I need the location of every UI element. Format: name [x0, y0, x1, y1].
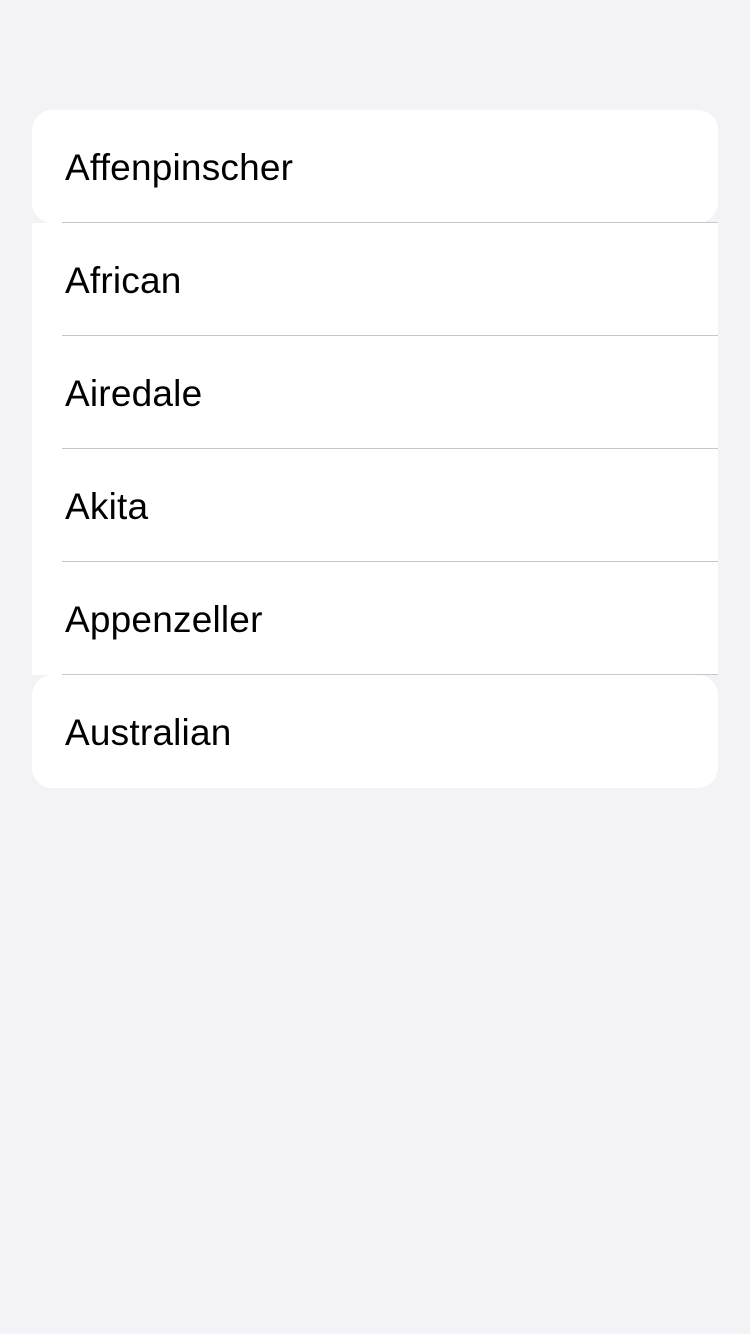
- list-item-affenpinscher[interactable]: Affenpinscher: [32, 110, 718, 223]
- list-item-label: Australian: [65, 711, 232, 753]
- list-item-appenzeller[interactable]: Appenzeller: [32, 562, 718, 675]
- list-item-label: Akita: [65, 485, 149, 527]
- list-item-label: Airedale: [65, 372, 203, 414]
- row-separator: [62, 448, 718, 449]
- row-separator: [62, 561, 718, 562]
- list-item-australian[interactable]: Australian: [32, 675, 718, 788]
- breed-list: Affenpinscher African Airedale Akita App…: [32, 110, 718, 788]
- row-separator: [62, 335, 718, 336]
- row-separator: [62, 674, 718, 675]
- list-item-african[interactable]: African: [32, 223, 718, 336]
- list-item-akita[interactable]: Akita: [32, 449, 718, 562]
- list-item-label: Appenzeller: [65, 598, 263, 640]
- screen: Affenpinscher African Airedale Akita App…: [0, 0, 750, 1334]
- row-separator: [62, 222, 718, 223]
- list-item-airedale[interactable]: Airedale: [32, 336, 718, 449]
- list-item-label: African: [65, 259, 182, 301]
- list-item-label: Affenpinscher: [65, 146, 294, 188]
